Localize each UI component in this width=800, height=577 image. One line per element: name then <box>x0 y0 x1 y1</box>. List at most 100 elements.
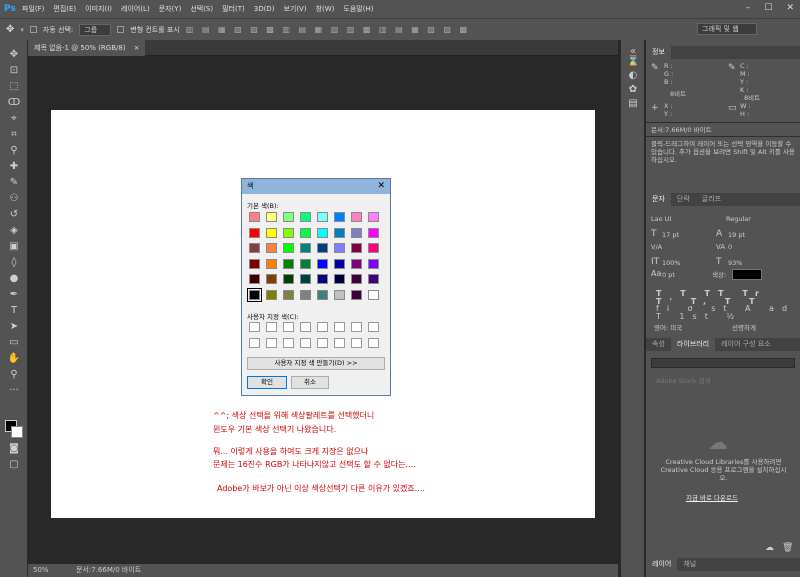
basic-color-swatch[interactable] <box>334 212 345 222</box>
basic-color-swatch[interactable] <box>334 289 345 300</box>
transform-controls-checkbox[interactable] <box>117 26 125 33</box>
menu-view[interactable]: 보기(V) <box>283 4 306 14</box>
basic-color-swatch[interactable] <box>247 287 262 302</box>
custom-color-swatch[interactable] <box>249 338 260 348</box>
basic-color-swatch[interactable] <box>368 243 379 253</box>
properties-icon[interactable]: ◐ <box>627 70 639 82</box>
basic-color-swatch[interactable] <box>249 243 260 253</box>
basic-color-swatch[interactable] <box>266 258 277 269</box>
basic-color-swatch[interactable] <box>283 212 294 222</box>
minimize-icon[interactable]: – <box>746 3 751 13</box>
quick-select-tool-icon[interactable]: ⌖ <box>6 112 22 126</box>
zoom-level[interactable]: 50% <box>33 564 49 577</box>
menu-window[interactable]: 창(W) <box>316 4 335 14</box>
lasso-tool-icon[interactable]: ↀ <box>6 96 22 110</box>
path-select-tool-icon[interactable]: ➤ <box>6 320 22 334</box>
dodge-tool-icon[interactable]: ● <box>6 272 22 286</box>
move-tool-icon[interactable]: ✥ <box>6 24 14 35</box>
maximize-icon[interactable]: ☐ <box>764 3 772 13</box>
baseline-shift-field[interactable]: 0 pt <box>662 271 675 279</box>
basic-color-swatch[interactable] <box>249 274 260 284</box>
basic-color-swatch[interactable] <box>266 274 277 284</box>
align-icons[interactable]: ▥ ▤ ▦ ▧ ▨ ▩ ▥ ▤ ▦ ▧ ▨ ▩ ▥ ▤ ▦ ▧ ▨ ▩ <box>186 25 470 34</box>
menu-edit[interactable]: 편집(E) <box>53 4 76 14</box>
menu-filter[interactable]: 필터(T) <box>222 4 245 14</box>
custom-color-swatch[interactable] <box>368 322 379 332</box>
custom-color-swatch[interactable] <box>283 322 294 332</box>
basic-color-swatch[interactable] <box>351 212 362 222</box>
basic-color-swatch[interactable] <box>300 212 311 222</box>
basic-color-swatch[interactable] <box>351 258 362 269</box>
kerning-field[interactable]: V/A <box>651 243 662 251</box>
close-icon[interactable]: ✕ <box>786 3 794 13</box>
download-link[interactable]: 지금 바로 다운로드 <box>686 494 738 502</box>
blur-tool-icon[interactable]: ◊ <box>6 256 22 270</box>
history-brush-tool-icon[interactable]: ↺ <box>6 208 22 222</box>
basic-color-swatch[interactable] <box>266 227 277 238</box>
basic-color-swatch[interactable] <box>334 227 345 238</box>
font-size-field[interactable]: 17 pt <box>662 231 679 239</box>
tab-channels[interactable]: 채널 <box>677 558 702 571</box>
move-tool-icon[interactable]: ✥ <box>6 48 22 62</box>
basic-color-swatch[interactable] <box>351 289 362 300</box>
basic-color-swatch[interactable] <box>334 258 345 269</box>
menu-help[interactable]: 도움말(H) <box>343 4 373 14</box>
custom-color-swatch[interactable] <box>249 322 260 332</box>
gradient-tool-icon[interactable]: ▣ <box>6 240 22 254</box>
horizontal-scale-field[interactable]: 93% <box>728 259 742 267</box>
basic-color-swatch[interactable] <box>368 227 379 238</box>
font-style-select[interactable]: Regular <box>726 215 791 223</box>
menu-image[interactable]: 이미지(I) <box>85 4 112 14</box>
custom-color-swatch[interactable] <box>351 338 362 348</box>
stock-search-input[interactable]: Adobe Stock 검색 <box>656 377 711 385</box>
hand-tool-icon[interactable]: ✋ <box>6 352 22 366</box>
antialias-select[interactable]: 선명하게 <box>732 324 756 332</box>
eraser-tool-icon[interactable]: ◈ <box>6 224 22 238</box>
library-select[interactable] <box>651 358 795 368</box>
custom-color-swatch[interactable] <box>351 322 362 332</box>
menu-select[interactable]: 선택(S) <box>190 4 213 14</box>
background-color-swatch[interactable] <box>11 426 23 438</box>
basic-color-swatch[interactable] <box>283 289 294 300</box>
custom-color-swatch[interactable] <box>300 338 311 348</box>
auto-select-checkbox[interactable] <box>29 26 37 33</box>
document-close-icon[interactable]: × <box>134 40 140 56</box>
tracking-field[interactable]: 0 <box>728 243 732 251</box>
custom-color-swatch[interactable] <box>317 338 328 348</box>
define-custom-colors-button[interactable]: 사용자 지정 색 만들기(D) >> <box>247 357 385 370</box>
eyedropper-tool-icon[interactable]: ⚲ <box>6 144 22 158</box>
screen-mode-icon[interactable]: ▢ <box>6 458 22 472</box>
tab-layers[interactable]: 레이어 <box>646 558 678 571</box>
language-select[interactable]: 영어: 미국 <box>654 324 682 332</box>
basic-color-swatch[interactable] <box>249 212 260 222</box>
marquee-tool-icon[interactable]: ⬚ <box>6 80 22 94</box>
cancel-button[interactable]: 취소 <box>291 376 329 389</box>
custom-color-swatch[interactable] <box>300 322 311 332</box>
brush-tool-icon[interactable]: ✎ <box>6 176 22 190</box>
basic-color-swatch[interactable] <box>368 289 379 300</box>
custom-color-swatch[interactable] <box>266 338 277 348</box>
tab-layer-comps[interactable]: 레이어 구성 요소 <box>715 338 777 351</box>
history-icon[interactable]: ⌛ <box>627 56 639 68</box>
basic-color-swatch[interactable] <box>266 289 277 300</box>
basic-color-swatch[interactable] <box>334 274 345 284</box>
edit-toolbar-icon[interactable]: ··· <box>6 384 22 398</box>
font-family-select[interactable]: Lao UI <box>651 215 716 223</box>
basic-color-swatch[interactable] <box>334 243 345 253</box>
basic-color-swatch[interactable] <box>300 274 311 284</box>
library-sync-icon[interactable]: ☁ <box>765 544 774 553</box>
tab-info[interactable]: 정보 <box>646 46 671 59</box>
custom-color-swatch[interactable] <box>334 322 345 332</box>
styles-icon[interactable]: ✿ <box>627 84 639 96</box>
basic-color-swatch[interactable] <box>300 227 311 238</box>
tool-preset-chevron-icon[interactable]: ▾ <box>20 26 24 34</box>
menu-file[interactable]: 파일(F) <box>22 4 44 14</box>
custom-color-swatch[interactable] <box>334 338 345 348</box>
basic-color-swatch[interactable] <box>300 243 311 253</box>
tab-character[interactable]: 문자 <box>646 193 671 206</box>
group-select[interactable]: 그룹 <box>79 23 112 36</box>
menu-type[interactable]: 문자(Y) <box>159 4 182 14</box>
type-tool-icon[interactable]: T <box>6 304 22 318</box>
basic-color-swatch[interactable] <box>283 227 294 238</box>
basic-color-swatch[interactable] <box>266 212 277 222</box>
